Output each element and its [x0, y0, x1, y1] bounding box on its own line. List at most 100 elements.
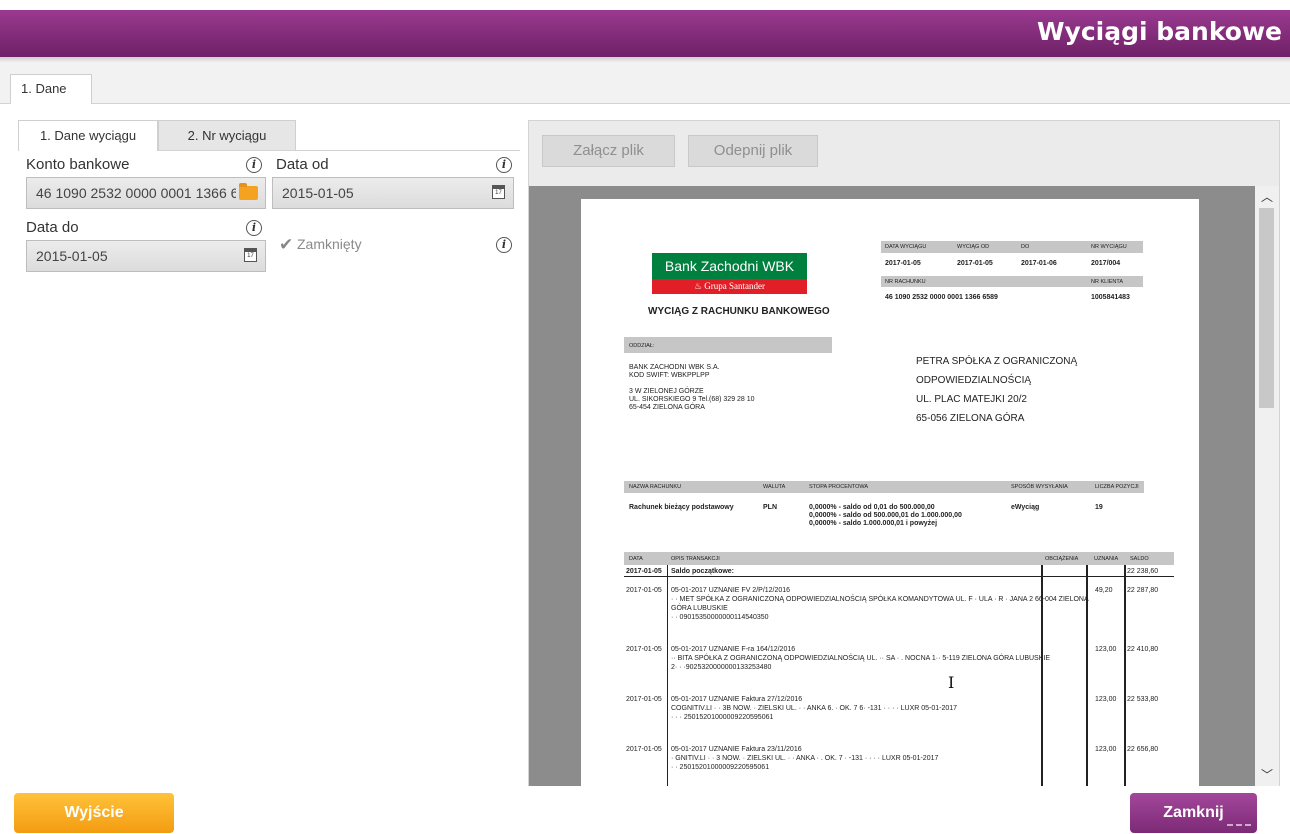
data-do-value: 2015-01-05 [36, 248, 108, 264]
data-do-info-icon[interactable]: i [246, 220, 262, 236]
oddzial-line: UL. SIKORSKIEGO 9 Tel.(68) 329 28 10 [629, 396, 755, 403]
tx-description-line: 05-01-2017 UZNANIE Faktura 23/11/2016 [671, 746, 802, 753]
tx-saldo-label: SALDO [1130, 556, 1149, 562]
hdr-nr-label: NR WYCIĄGU [1091, 244, 1127, 250]
tx-uznania: 49,20 [1095, 587, 1113, 594]
tab-nr-wyciagu[interactable]: 2. Nr wyciągu [158, 120, 296, 150]
oddzial-line: BANK ZACHODNI WBK S.A. [629, 364, 720, 371]
doc-title: WYCIĄG Z RACHUNKU BANKOWEGO [648, 306, 830, 317]
hdr-nrrach-label: NR RACHUNKU [885, 279, 926, 285]
tx-obciazenia-label: OBCIĄŻENIA [1045, 556, 1079, 562]
hdr-nrklienta-value: 1005841483 [1091, 294, 1130, 301]
zamkniety-info-icon[interactable]: i [496, 237, 512, 253]
acc-stopa-label: STOPA PROCENTOWA [809, 484, 869, 490]
hdr-od-label: WYCIĄG OD [957, 244, 990, 250]
tx-description-line: · · · 25015201000009220595061 [671, 714, 774, 721]
attachment-panel: Załącz plik Odepnij plik Bank Zachodni W… [528, 120, 1280, 786]
text-cursor-icon: I [948, 673, 955, 692]
row-divider [624, 576, 1174, 577]
folder-icon[interactable] [239, 183, 258, 200]
chevron-down-icon[interactable]: ﹀ [1255, 766, 1279, 784]
tx-description-line: · · 09015350000000114540350 [671, 614, 769, 621]
statement-page: Bank Zachodni WBK ♨ Grupa Santander WYCI… [581, 199, 1199, 786]
inner-tab-bar: 1. Dane wyciągu 2. Nr wyciągu [18, 120, 520, 151]
attach-file-button[interactable]: Załącz plik [542, 135, 675, 167]
tx-date: 2017-01-05 [626, 696, 662, 703]
hdr-nrrach-value: 46 1090 2532 0000 0001 1366 6589 [885, 294, 998, 301]
tx-uznania: 123,00 [1095, 696, 1117, 703]
tx-date: 2017-01-05 [626, 646, 662, 653]
acc-waluta-value: PLN [763, 504, 777, 511]
konto-value: 46 1090 2532 0000 0001 1366 6589 [36, 185, 236, 201]
acc-sposob-label: SPOSÓB WYSYŁANIA [1011, 484, 1068, 490]
acc-liczba-label: LICZBA POZYCJI [1095, 484, 1139, 490]
opening-date: 2017-01-05 [626, 568, 662, 575]
bank-group-text: Grupa Santander [704, 281, 766, 291]
data-od-value: 2015-01-05 [282, 185, 354, 201]
acc-liczba-value: 19 [1095, 504, 1103, 511]
tx-data-label: DATA [629, 556, 643, 562]
calendar-icon[interactable]: 17 [492, 185, 505, 199]
tx-saldo: 22 656,80 [1127, 746, 1159, 753]
oddzial-line: KOD SWIFT: WBKPPLPP [629, 372, 710, 379]
tx-description-line: COGNITIV.LI · · 3B NOW. · ZIELSKI UL. · … [671, 705, 958, 712]
detach-file-button[interactable]: Odepnij plik [688, 135, 818, 167]
opening-label: Saldo początkowe: [671, 568, 735, 575]
acc-stopa-value-3: 0,0000% - saldo 1.000.000,01 i powyżej [809, 520, 938, 527]
tab-dane-wyciagu[interactable]: 1. Dane wyciągu [18, 120, 158, 151]
tx-description-line: 2· · ·9025320000000133253480 [671, 664, 772, 671]
acc-stopa-value-2: 0,0000% - saldo od 500.000,01 do 1.000.0… [809, 512, 962, 519]
oddzial-header-bg [624, 337, 832, 353]
data-od-info-icon[interactable]: i [496, 157, 512, 173]
oddzial-label: ODDZIAŁ: [629, 343, 655, 349]
chevron-up-icon[interactable]: ︿ [1255, 188, 1279, 206]
konto-info-icon[interactable]: i [246, 157, 262, 173]
calendar-icon[interactable]: 17 [244, 248, 257, 262]
tx-description-line: · · 25015201000009220595061 [671, 764, 770, 771]
tx-saldo: 22 533,80 [1127, 696, 1159, 703]
client-line: ODPOWIEDZIALNOŚCIĄ [916, 375, 1032, 386]
hdr-data-value: 2017-01-05 [885, 260, 921, 267]
tx-uznania: 123,00 [1095, 746, 1117, 753]
zamkniety-checkbox[interactable]: ✔ [279, 236, 293, 253]
oddzial-line: 65-454 ZIELONA GÓRA [629, 404, 705, 411]
tx-opis-label: OPIS TRANSAKCJI [671, 556, 720, 562]
acc-sposob-value: eWyciąg [1011, 504, 1040, 511]
tx-description-line: 05-01-2017 UZNANIE F-ra 164/12/2016 [671, 646, 796, 653]
acc-stopa-value-1: 0,0000% - saldo od 0,01 do 500.000,00 [809, 504, 935, 511]
tx-saldo: 22 410,80 [1127, 646, 1159, 653]
hdr-data-label: DATA WYCIĄGU [885, 244, 927, 250]
data-od-label: Data od [276, 156, 329, 173]
tx-description-line: 05-01-2017 UZNANIE Faktura 27/12/2016 [671, 696, 803, 703]
oddzial-line: 3 W ZIELONEJ GÓRZE [629, 388, 704, 395]
client-line: 65-056 ZIELONA GÓRA [916, 413, 1025, 424]
bank-name: Bank Zachodni WBK [652, 253, 807, 279]
data-do-field[interactable]: 2015-01-05 17 [26, 240, 266, 272]
tx-saldo: 22 287,80 [1127, 587, 1159, 594]
opening-saldo: 22 238,60 [1127, 568, 1159, 575]
document-viewer[interactable]: Bank Zachodni WBK ♨ Grupa Santander WYCI… [529, 186, 1255, 786]
tx-uznania: 123,00 [1095, 646, 1117, 653]
hdr-do-value: 2017-01-06 [1021, 260, 1057, 267]
konto-field[interactable]: 46 1090 2532 0000 0001 1366 6589 [26, 177, 266, 209]
flame-icon: ♨ [693, 281, 703, 291]
konto-label: Konto bankowe [26, 156, 130, 173]
tx-description-line: GÓRA LUBUSKIE [671, 605, 728, 612]
window-title-bar: Wyciągi bankowe [0, 10, 1290, 57]
tab-dane[interactable]: 1. Dane [10, 74, 92, 104]
scroll-thumb[interactable] [1259, 208, 1274, 408]
close-button[interactable]: Zamknij [1130, 793, 1257, 833]
exit-button[interactable]: Wyjście [14, 793, 174, 833]
data-od-field[interactable]: 2015-01-05 17 [272, 177, 514, 209]
tx-description-line: · GNITIV.LI · · 3 NOW. · ZIELSKI UL. · ·… [671, 755, 939, 762]
bank-group: ♨ Grupa Santander [652, 279, 807, 294]
tx-description-line: 05-01-2017 UZNANIE FV 2/P/12/2016 [671, 587, 791, 594]
outer-tab-bar: 1. Dane [0, 63, 1290, 104]
tx-date: 2017-01-05 [626, 746, 662, 753]
data-do-label: Data do [26, 219, 79, 236]
tx-description-line: · · MET SPÓŁKA Z OGRANICZONĄ ODPOWIEDZIA… [671, 596, 1089, 603]
window-title: Wyciągi bankowe [1036, 17, 1282, 46]
viewer-scrollbar[interactable]: ︿ ﹀ [1255, 186, 1279, 786]
acc-waluta-label: WALUTA [763, 484, 786, 490]
tx-uznania-label: UZNANIA [1094, 556, 1119, 562]
